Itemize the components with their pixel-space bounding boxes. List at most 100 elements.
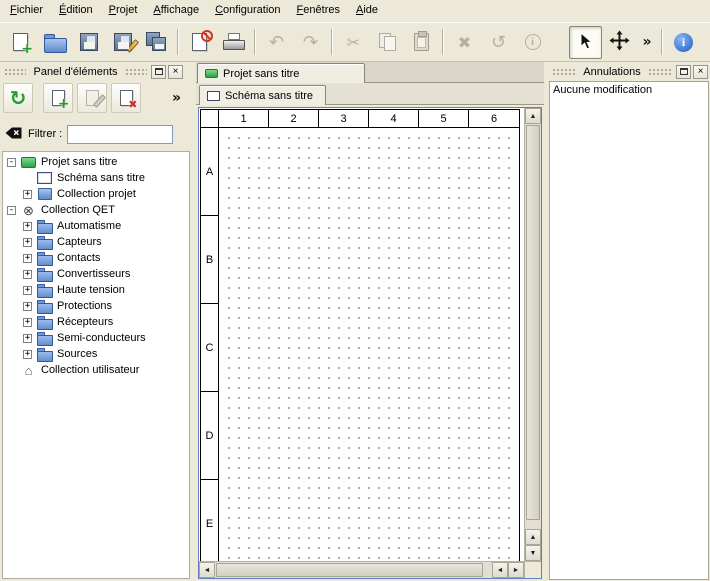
dock-float-button[interactable] <box>676 65 691 79</box>
menu-projet[interactable]: Projet <box>101 0 146 22</box>
menu-aide[interactable]: Aide <box>348 0 386 22</box>
tree-item-convertisseurs[interactable]: +Convertisseurs <box>3 266 189 282</box>
scroll-up-button-2[interactable]: ▲ <box>525 529 541 545</box>
tree-item-sources[interactable]: +Sources <box>3 346 189 362</box>
tree-item-collection-qet[interactable]: -⊗Collection QET <box>3 202 189 218</box>
close-file-button[interactable] <box>183 26 216 59</box>
expand-icon[interactable]: + <box>23 302 32 311</box>
horizontal-scrollbar[interactable]: ◄ ◄ ► <box>199 561 524 578</box>
vertical-scroll-track[interactable] <box>525 125 541 528</box>
expand-icon[interactable]: + <box>23 270 32 279</box>
tree-item-collection-utilisateur[interactable]: ⌂Collection utilisateur <box>3 362 189 378</box>
rotate-button[interactable]: ↺ <box>482 26 515 59</box>
tree-item-collection-projet[interactable]: +Collection projet <box>3 186 189 202</box>
scroll-down-button[interactable]: ▼ <box>525 545 541 561</box>
save-as-button[interactable] <box>106 26 139 59</box>
schema-viewport[interactable]: 123456 ABCDE <box>199 108 524 561</box>
elements-panel-dock: Panel d'éléments × ↻ + ✖ <box>0 62 192 581</box>
expand-icon[interactable]: + <box>23 350 32 359</box>
tree-item-protections[interactable]: +Protections <box>3 298 189 314</box>
tree-item-automatisme[interactable]: +Automatisme <box>3 218 189 234</box>
menu-configuration[interactable]: Configuration <box>207 0 288 22</box>
tree-item-capteurs[interactable]: +Capteurs <box>3 234 189 250</box>
edit-element-button[interactable] <box>77 83 107 113</box>
dock-grip[interactable] <box>552 68 576 76</box>
tree-item-contacts[interactable]: +Contacts <box>3 250 189 266</box>
dock-grip[interactable] <box>125 68 147 76</box>
expand-icon[interactable]: + <box>23 238 32 247</box>
tree-item-haute-tension[interactable]: +Haute tension <box>3 282 189 298</box>
schema-sheet[interactable]: 123456 ABCDE <box>200 109 520 561</box>
copy-button[interactable] <box>371 26 404 59</box>
expand-icon[interactable]: + <box>23 254 32 263</box>
delete-button[interactable]: ✖ <box>448 26 481 59</box>
print-button[interactable] <box>217 26 250 59</box>
undo-button[interactable]: ↶ <box>260 26 293 59</box>
vertical-scrollbar[interactable]: ▲ ▲ ▼ <box>524 108 541 561</box>
expand-icon[interactable]: + <box>23 222 32 231</box>
dock-close-button[interactable]: × <box>168 65 183 79</box>
selection-mode-button[interactable] <box>569 26 602 59</box>
scroll-left-button[interactable]: ◄ <box>199 562 215 578</box>
open-project-button[interactable] <box>38 26 71 59</box>
expand-icon[interactable]: + <box>23 334 32 343</box>
floppy-stack-icon <box>146 32 167 52</box>
scroll-up-button[interactable]: ▲ <box>525 108 541 124</box>
folder-icon <box>36 252 53 265</box>
new-element-icon: + <box>52 90 65 106</box>
dock-float-button[interactable] <box>151 65 166 79</box>
scroll-right-button[interactable]: ► <box>508 562 524 578</box>
dock-grip[interactable] <box>648 68 672 76</box>
horizontal-scroll-track[interactable] <box>216 562 491 578</box>
about-button[interactable]: i <box>667 26 700 59</box>
horizontal-scroll-thumb[interactable] <box>216 563 483 577</box>
cut-button[interactable]: ✂ <box>337 26 370 59</box>
right-arrow-icon: ► <box>513 567 520 574</box>
new-element-button[interactable]: + <box>43 83 73 113</box>
elements-panel-titlebar[interactable]: Panel d'éléments × <box>0 63 192 80</box>
tree-item-schema-sans-titre[interactable]: Schéma sans titre <box>3 170 189 186</box>
expand-icon[interactable]: + <box>23 286 32 295</box>
tab-schema[interactable]: Schéma sans titre <box>199 85 326 105</box>
element-info-button[interactable]: i <box>516 26 549 59</box>
panel-toolbar-overflow-button[interactable]: » <box>172 90 189 106</box>
menu-fenetres[interactable]: Fenêtres <box>289 0 348 22</box>
menu-affichage[interactable]: Affichage <box>145 0 207 22</box>
paste-button[interactable] <box>405 26 438 59</box>
up-arrow-icon: ▲ <box>530 113 537 120</box>
filter-input[interactable] <box>67 125 173 144</box>
menu-fichier[interactable]: Fichier <box>2 0 51 22</box>
cursor-arrow-icon <box>578 32 593 53</box>
tree-item-recepteurs[interactable]: +Récepteurs <box>3 314 189 330</box>
pan-mode-button[interactable] <box>603 26 636 59</box>
reload-collections-button[interactable]: ↻ <box>3 83 33 113</box>
expand-icon[interactable]: + <box>23 190 32 199</box>
pencil-icon <box>125 39 138 53</box>
column-label: 6 <box>469 110 519 128</box>
main-toolbar: + ↶ ↷ ✂ <box>0 22 710 62</box>
menu-edition[interactable]: Édition <box>51 0 101 22</box>
new-project-button[interactable]: + <box>4 26 37 59</box>
tab-project[interactable]: Projet sans titre <box>197 63 365 83</box>
tree-item-label: Collection QET <box>41 204 115 216</box>
expand-icon[interactable]: + <box>23 318 32 327</box>
schema-grid[interactable] <box>220 129 518 561</box>
scroll-left-button-2[interactable]: ◄ <box>492 562 508 578</box>
toolbar-overflow-button[interactable]: » <box>637 26 657 59</box>
clear-filter-button[interactable] <box>4 126 23 143</box>
undo-list[interactable]: Aucune modification <box>549 81 709 580</box>
delete-element-button[interactable]: ✖ <box>111 83 141 113</box>
save-all-button[interactable] <box>140 26 173 59</box>
dock-close-button[interactable]: × <box>693 65 708 79</box>
collapse-icon[interactable]: - <box>7 206 16 215</box>
redo-button[interactable]: ↷ <box>294 26 327 59</box>
vertical-scroll-thumb[interactable] <box>526 125 540 520</box>
tree-item-projet-sans-titre[interactable]: -Projet sans titre <box>3 154 189 170</box>
undo-panel-titlebar[interactable]: Annulations × <box>548 63 710 80</box>
folder-icon <box>36 284 53 297</box>
column-label: 1 <box>219 110 269 128</box>
tree-item-semi-conducteurs[interactable]: +Semi-conducteurs <box>3 330 189 346</box>
collapse-icon[interactable]: - <box>7 158 16 167</box>
save-button[interactable] <box>72 26 105 59</box>
dock-grip[interactable] <box>4 68 26 76</box>
